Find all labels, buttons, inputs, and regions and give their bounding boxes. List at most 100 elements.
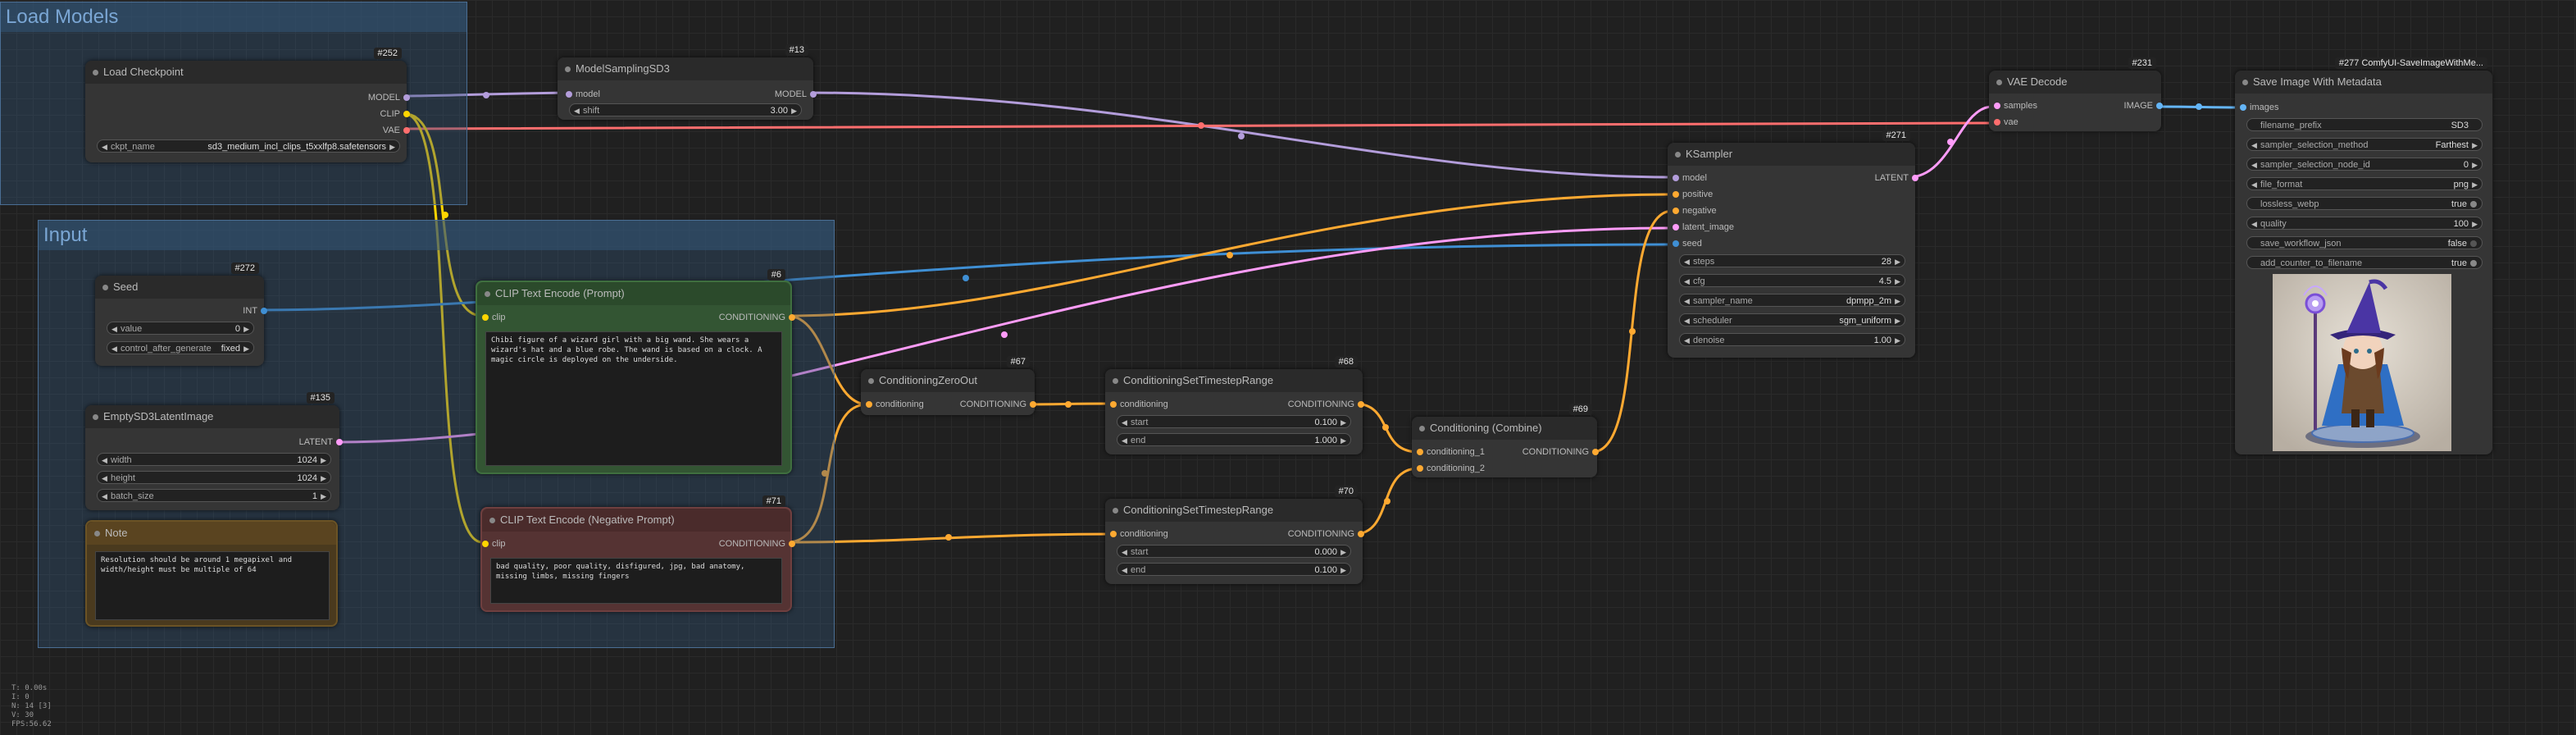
arrow-left-icon[interactable]: ◀	[112, 342, 117, 355]
arrow-left-icon[interactable]: ◀	[2251, 158, 2257, 171]
node-empty-sd3-latent[interactable]: #135 EmptySD3LatentImage LATENT ◀ width …	[85, 392, 343, 510]
arrow-right-icon[interactable]: ▶	[243, 342, 249, 355]
node-clip-text-encode-positive[interactable]: #6 CLIP Text Encode (Prompt) clip CONDIT…	[476, 269, 795, 474]
toggle-knob-icon[interactable]	[2470, 260, 2477, 267]
node-title[interactable]: Conditioning (Combine)	[1412, 417, 1597, 440]
input-pin-icon[interactable]	[1110, 401, 1117, 408]
denoise-widget[interactable]: ◀ denoise 1.00 ▶	[1679, 333, 1905, 346]
arrow-right-icon[interactable]: ▶	[2472, 158, 2478, 171]
control-after-generate-widget[interactable]: ◀ control_after_generate fixed ▶	[107, 341, 254, 354]
output-latent[interactable]: LATENT	[1875, 172, 1918, 184]
collapse-dot-icon[interactable]	[2242, 80, 2248, 85]
quality-widget[interactable]: ◀ quality 100 ▶	[2246, 217, 2483, 230]
input-conditioning-1[interactable]: conditioning_1	[1417, 446, 1485, 458]
arrow-right-icon[interactable]: ▶	[1895, 314, 1900, 327]
steps-widget[interactable]: ◀ steps 28 ▶	[1679, 254, 1905, 267]
output-pin-icon[interactable]	[1030, 401, 1036, 408]
input-pin-icon[interactable]	[1417, 465, 1423, 472]
node-seed[interactable]: #272 Seed INT ◀ value 0 ▶ ◀ control_afte…	[95, 262, 267, 366]
collapse-dot-icon[interactable]	[1996, 80, 2002, 85]
input-latent-image[interactable]: latent_image	[1673, 221, 1734, 233]
input-model[interactable]: model	[566, 89, 600, 100]
node-title[interactable]: CLIP Text Encode (Prompt)	[477, 282, 790, 305]
arrow-right-icon[interactable]: ▶	[243, 322, 249, 336]
node-title[interactable]: ConditioningSetTimestepRange	[1105, 369, 1363, 392]
output-pin-icon[interactable]	[789, 541, 795, 547]
image-preview[interactable]	[2273, 274, 2451, 451]
collapse-dot-icon[interactable]	[1113, 378, 1118, 384]
seed-value-widget[interactable]: ◀ value 0 ▶	[107, 322, 254, 335]
negative-prompt-textarea[interactable]: bad quality, poor quality, disfigured, j…	[490, 558, 782, 604]
lossless-webp-toggle[interactable]: lossless_webp true	[2246, 197, 2483, 210]
input-pin-icon[interactable]	[1673, 224, 1679, 231]
arrow-right-icon[interactable]: ▶	[791, 104, 797, 117]
arrow-right-icon[interactable]: ▶	[1895, 294, 1900, 308]
save-workflow-json-toggle[interactable]: save_workflow_json false	[2246, 236, 2483, 249]
node-title[interactable]: ModelSamplingSD3	[558, 57, 813, 80]
arrow-left-icon[interactable]: ◀	[1122, 416, 1127, 429]
collapse-dot-icon[interactable]	[102, 285, 108, 290]
output-pin-icon[interactable]	[2156, 103, 2163, 109]
output-pin-icon[interactable]	[336, 439, 343, 445]
collapse-dot-icon[interactable]	[868, 378, 874, 384]
output-pin-icon[interactable]	[1912, 175, 1918, 181]
arrow-right-icon[interactable]: ▶	[2472, 178, 2478, 191]
collapse-dot-icon[interactable]	[1113, 508, 1118, 514]
output-pin-icon[interactable]	[403, 111, 410, 117]
arrow-right-icon[interactable]: ▶	[2472, 217, 2478, 231]
node-save-image-with-metadata[interactable]: #277 ComfyUI-SaveImageWithMe... Save Ima…	[2235, 57, 2492, 454]
arrow-left-icon[interactable]: ◀	[2251, 139, 2257, 152]
arrow-left-icon[interactable]: ◀	[1122, 434, 1127, 447]
input-pin-icon[interactable]	[482, 314, 489, 321]
output-int[interactable]: INT	[243, 305, 267, 317]
node-title[interactable]: KSampler	[1668, 143, 1915, 166]
input-vae[interactable]: vae	[1994, 116, 2018, 128]
arrow-right-icon[interactable]: ▶	[1340, 564, 1346, 577]
arrow-left-icon[interactable]: ◀	[102, 472, 107, 485]
arrow-right-icon[interactable]: ▶	[2472, 139, 2478, 152]
input-pin-icon[interactable]	[1994, 103, 2000, 109]
collapse-dot-icon[interactable]	[93, 414, 98, 420]
end-widget[interactable]: ◀ end 0.100 ▶	[1117, 563, 1351, 576]
toggle-knob-icon[interactable]	[2470, 240, 2477, 247]
output-conditioning[interactable]: CONDITIONING	[960, 399, 1036, 410]
input-pin-icon[interactable]	[1673, 208, 1679, 214]
output-latent[interactable]: LATENT	[299, 436, 343, 448]
input-positive[interactable]: positive	[1673, 189, 1713, 200]
cfg-widget[interactable]: ◀ cfg 4.5 ▶	[1679, 274, 1905, 287]
output-image[interactable]: IMAGE	[2124, 100, 2163, 112]
output-conditioning[interactable]: CONDITIONING	[1288, 399, 1364, 410]
filename-prefix-widget[interactable]: filename_prefix SD3	[2246, 118, 2483, 131]
collapse-dot-icon[interactable]	[1419, 426, 1425, 431]
toggle-knob-icon[interactable]	[2470, 201, 2477, 208]
input-pin-icon[interactable]	[2240, 104, 2246, 111]
sampler-selection-node-id-widget[interactable]: ◀ sampler_selection_node_id 0 ▶	[2246, 158, 2483, 171]
node-title[interactable]: VAE Decode	[1989, 71, 2161, 94]
input-conditioning[interactable]: conditioning	[1110, 399, 1168, 410]
output-pin-icon[interactable]	[403, 94, 410, 101]
note-textarea[interactable]: Resolution should be around 1 megapixel …	[95, 551, 330, 620]
output-pin-icon[interactable]	[1358, 531, 1364, 537]
input-pin-icon[interactable]	[1673, 175, 1679, 181]
input-clip[interactable]: clip	[482, 312, 506, 323]
add-counter-to-filename-toggle[interactable]: add_counter_to_filename true	[2246, 256, 2483, 269]
batch-size-widget[interactable]: ◀ batch_size 1 ▶	[97, 489, 331, 502]
output-conditioning[interactable]: CONDITIONING	[1522, 446, 1599, 458]
output-pin-icon[interactable]	[1358, 401, 1364, 408]
ckpt-name-widget[interactable]: ◀ ckpt_name sd3_medium_incl_clips_t5xxlf…	[97, 139, 400, 153]
arrow-right-icon[interactable]: ▶	[1895, 255, 1900, 268]
node-conditioning-set-timestep-range-1[interactable]: #68 ConditioningSetTimestepRange conditi…	[1105, 356, 1364, 454]
arrow-right-icon[interactable]: ▶	[1340, 416, 1346, 429]
input-images[interactable]: images	[2240, 102, 2278, 113]
input-pin-icon[interactable]	[866, 401, 872, 408]
node-conditioning-zero-out[interactable]: #67 ConditioningZeroOut conditioning CON…	[861, 356, 1036, 415]
scheduler-widget[interactable]: ◀ scheduler sgm_uniform ▶	[1679, 313, 1905, 326]
arrow-left-icon[interactable]: ◀	[112, 322, 117, 336]
input-pin-icon[interactable]	[1110, 531, 1117, 537]
node-load-checkpoint[interactable]: #252 Load Checkpoint MODEL CLIP VAE ◀ ck…	[85, 48, 410, 162]
arrow-left-icon[interactable]: ◀	[574, 104, 580, 117]
width-widget[interactable]: ◀ width 1024 ▶	[97, 453, 331, 466]
output-pin-icon[interactable]	[1592, 449, 1599, 455]
arrow-right-icon[interactable]: ▶	[1895, 275, 1900, 288]
output-pin-icon[interactable]	[261, 308, 267, 314]
